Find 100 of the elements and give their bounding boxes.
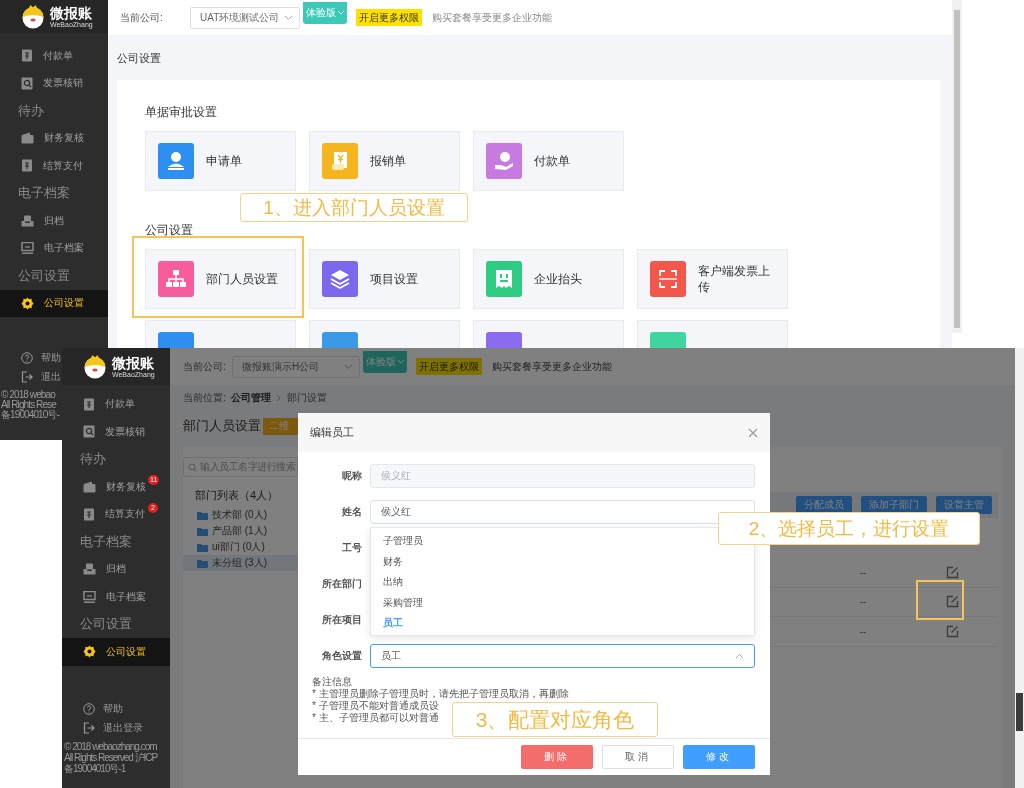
scrollbar[interactable]	[1015, 348, 1024, 788]
company-select[interactable]: UAT环境测试公司	[190, 6, 300, 29]
help-link[interactable]: 帮助	[62, 699, 123, 718]
sidebar-item[interactable]: 归档	[62, 555, 170, 583]
wallet-icon	[21, 132, 34, 145]
promo-text: 购买套餐享受更多企业功能	[492, 359, 612, 374]
sidebar-item[interactable]: 电子档案	[0, 234, 108, 262]
promo-text: 购买套餐享受更多企业功能	[432, 10, 552, 25]
annotation-tooltip: 2、选择员工，进行设置	[718, 512, 980, 545]
copyright-text: © 2018 webaozhang.com	[64, 741, 157, 752]
sidebar-item[interactable]: 付款单	[62, 390, 170, 418]
sidebar-item[interactable]: 归档	[0, 207, 108, 235]
page-title: 部门人员设置	[183, 417, 261, 435]
section-title: 单据审批设置	[145, 106, 218, 118]
settings-tile[interactable]: 申请单	[145, 131, 296, 191]
note-text: * 主、子管理员都可以对普通	[312, 712, 439, 724]
copyright-text: 备19004010号-1	[64, 763, 126, 774]
sidebar-item[interactable]: 财务复核	[0, 124, 108, 152]
sidebar-section-title: 公司设置	[79, 615, 133, 634]
upgrade-button[interactable]: 开启更多权限	[416, 358, 482, 375]
copyright-text: © 2018 webao	[1, 390, 55, 400]
dropdown-option[interactable]: 财务	[371, 551, 754, 572]
sidebar-item[interactable]: 发票核销	[62, 418, 170, 446]
field-label: 姓名	[341, 505, 362, 519]
sidebar-section-title: 待办	[17, 101, 45, 120]
company-label: 当前公司:	[120, 10, 164, 25]
sidebar-section-title: 电子档案	[79, 532, 133, 551]
department-list-title: 部门列表（4人）	[195, 488, 280, 503]
tray-icon	[21, 214, 34, 227]
sidebar-item[interactable]: 公司设置	[0, 289, 108, 317]
caret-icon	[284, 14, 293, 21]
monitor-icon	[83, 590, 96, 603]
breadcrumb-link[interactable]: 部门设置	[286, 391, 327, 405]
field-label: 角色设置	[321, 649, 362, 663]
sidebar-item[interactable]: 电子档案	[62, 583, 170, 611]
field-label: 昵称	[341, 469, 362, 483]
field-label: 工号	[341, 541, 362, 555]
close-icon[interactable]	[748, 427, 758, 438]
department-item[interactable]: ui部门 (0人)	[183, 539, 298, 555]
search-icon	[188, 462, 197, 472]
annotation-tooltip: 1、进入部门人员设置	[240, 193, 468, 222]
sidebar-item[interactable]: 付款单	[0, 42, 108, 70]
company-select[interactable]: 微报账演示H公司	[232, 355, 360, 378]
dropdown-option[interactable]: 采购管理	[371, 592, 754, 613]
dialog-title: 编辑员工	[310, 425, 354, 440]
cancel-button[interactable]: 取消	[602, 745, 674, 769]
logout-icon	[21, 370, 33, 383]
logout-link[interactable]: 退出	[0, 367, 61, 386]
settings-tile[interactable]: 企业抬头	[473, 249, 624, 309]
page-title: 公司设置	[117, 51, 162, 65]
delete-button[interactable]: 删除	[521, 745, 593, 769]
edit-icon[interactable]	[945, 565, 959, 579]
settings-tile[interactable]: 部门人员设置	[145, 249, 296, 309]
edit-icon[interactable]	[945, 624, 959, 638]
company-label: 当前公司:	[183, 359, 227, 374]
document-icon	[83, 397, 95, 411]
settings-icon	[83, 645, 96, 659]
edit-icon[interactable]	[945, 595, 959, 609]
folder-icon	[197, 526, 208, 536]
table-cell-text: --	[858, 625, 868, 637]
caret-icon	[735, 653, 744, 659]
help-link[interactable]: 帮助	[0, 348, 61, 367]
section-title: 公司设置	[145, 224, 194, 236]
field-label: 所在部门	[321, 577, 362, 591]
settings-tile[interactable]: 客户端发票上传	[637, 249, 788, 309]
note-text: * 主管理员删除子管理员时，请先把子管理员取消，再删除	[312, 688, 569, 700]
department-item[interactable]: 技术部 (0人)	[183, 507, 298, 523]
help-icon	[83, 702, 95, 715]
sidebar-section-title: 公司设置	[17, 266, 71, 285]
logout-icon	[83, 721, 95, 734]
department-item[interactable]: 未分组 (3人)	[183, 555, 298, 571]
scrollbar[interactable]	[952, 0, 962, 333]
duck-logo-icon	[82, 354, 108, 379]
logo-name: 微报账	[112, 355, 154, 370]
breadcrumb-link[interactable]: 公司管理	[230, 391, 271, 405]
department-item[interactable]: 产品部 (1人)	[183, 523, 298, 539]
field-label: 所在项目	[321, 613, 362, 627]
notes-title: 备注信息	[312, 676, 352, 688]
sidebar-item[interactable]: 公司设置	[62, 638, 170, 666]
settings-tile[interactable]: 项目设置	[309, 249, 460, 309]
dropdown-option[interactable]: 员工	[371, 613, 754, 634]
logout-link[interactable]: 退出登录	[62, 718, 143, 737]
copyright-text: All Rights Rese	[1, 400, 56, 410]
search-icon	[21, 76, 33, 90]
sidebar-item[interactable]: 发票核销	[0, 69, 108, 97]
note-text: * 子管理员不能对普通成员设	[312, 700, 439, 712]
copyright-text: All Rights Reserved 沪ICP	[64, 752, 158, 763]
folder-icon	[197, 542, 208, 552]
caret-icon	[336, 10, 345, 15]
upgrade-button[interactable]: 开启更多权限	[356, 9, 422, 26]
table-cell-text: --	[858, 596, 868, 608]
role-select[interactable]: 员工	[370, 644, 755, 668]
search-icon	[83, 425, 95, 439]
caret-icon	[344, 363, 353, 370]
sidebar-item[interactable]: 结算支付	[0, 152, 108, 180]
copyright-text: 备19004010号-	[1, 410, 59, 420]
settings-tile[interactable]: 报销单	[309, 131, 460, 191]
dropdown-option[interactable]: 出纳	[371, 572, 754, 593]
folder-icon	[197, 510, 208, 520]
settings-tile[interactable]: 付款单	[473, 131, 624, 191]
